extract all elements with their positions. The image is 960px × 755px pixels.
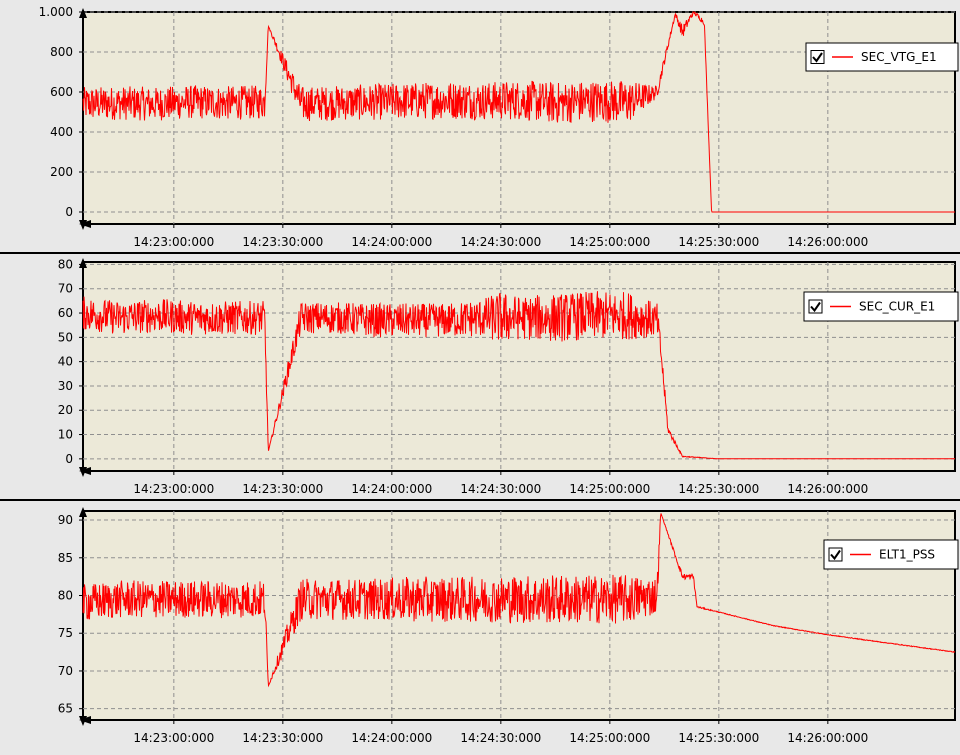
- x-tick-label: 14:25:30:000: [678, 235, 759, 249]
- x-tick-label: 14:25:00:000: [569, 731, 650, 745]
- y-tick-label: 800: [50, 45, 73, 59]
- y-tick-label: 0: [65, 452, 73, 466]
- y-tick-label: 30: [58, 379, 73, 393]
- chart-panel-2: 0 10 20 30 40 50 60 70 80 14:23:00:000 14:23:30:00…: [0, 252, 960, 496]
- y-tick-label: 80: [58, 589, 73, 603]
- legend-label: ELT1_PSS: [879, 548, 935, 562]
- x-tick-label: 14:24:30:000: [460, 731, 541, 745]
- chart-stack: 02004006008001.00014:23:00:000 14:23:30:0…: [0, 5, 960, 745]
- chart-panel-1: 0 200 400 600 800 1.000 14:23:00:000 14:23:30:0…: [39, 5, 959, 249]
- legend: SEC_VTG_E1: [805, 42, 959, 72]
- legend: SEC_CUR_E1: [803, 291, 959, 322]
- x-tick-label: 14:25:30:000: [678, 482, 759, 496]
- chart-panel-3: 65 70 75 80 85 90 14:23:00:000 14:23:30:000 14:2…: [0, 499, 960, 745]
- y-tick-label: 40: [58, 355, 73, 369]
- y-tick-label: 400: [50, 125, 73, 139]
- x-tick-label: 14:25:00:000: [569, 235, 650, 249]
- x-tick-label: 14:26:00:000: [787, 731, 868, 745]
- y-tick-label: 65: [58, 702, 73, 716]
- checkbox-frame: [808, 299, 823, 314]
- checkbox-frame: [828, 547, 843, 562]
- x-tick-label: 14:26:00:000: [787, 235, 868, 249]
- y-tick-label: 10: [58, 428, 73, 442]
- legend-checkbox-icon[interactable]: [810, 50, 825, 64]
- y-tick-label: 20: [58, 403, 73, 417]
- x-tick-label: 14:24:00:000: [351, 482, 432, 496]
- x-tick-label: 14:23:00:000: [133, 235, 214, 249]
- x-tick-label: 14:23:30:000: [242, 235, 323, 249]
- x-tick-label: 14:24:00:000: [351, 235, 432, 249]
- y-tick-label: 1.000: [39, 5, 73, 19]
- x-tick-label: 14:24:00:000: [351, 731, 432, 745]
- y-tick-label: 75: [58, 626, 73, 640]
- y-tick-label: 70: [58, 664, 73, 678]
- x-tick-label: 14:23:30:000: [242, 731, 323, 745]
- legend: ELT1_PSS: [823, 539, 959, 570]
- legend-checkbox-icon[interactable]: [808, 299, 823, 314]
- legend-label: SEC_CUR_E1: [859, 300, 935, 314]
- x-tick-label: 14:23:30:000: [242, 482, 323, 496]
- x-tick-label: 14:25:00:000: [569, 482, 650, 496]
- x-tick-label: 14:23:00:000: [133, 731, 214, 745]
- y-tick-label: 200: [50, 165, 73, 179]
- y-tick-label: 70: [58, 282, 73, 296]
- y-tick-label: 0: [65, 205, 73, 219]
- y-tick-label: 600: [50, 85, 73, 99]
- y-tick-label: 80: [58, 257, 73, 271]
- x-tick-label: 14:24:30:000: [460, 482, 541, 496]
- checkbox-frame: [810, 50, 825, 64]
- legend-checkbox-icon[interactable]: [828, 547, 843, 562]
- y-tick-label: 85: [58, 551, 73, 565]
- y-tick-label: 60: [58, 306, 73, 320]
- y-tick-label: 50: [58, 330, 73, 344]
- legend-label: SEC_VTG_E1: [861, 50, 937, 64]
- x-tick-label: 14:24:30:000: [460, 235, 541, 249]
- x-tick-label: 14:26:00:000: [787, 482, 868, 496]
- x-tick-label: 14:23:00:000: [133, 482, 214, 496]
- x-tick-label: 14:25:30:000: [678, 731, 759, 745]
- y-tick-label: 90: [58, 513, 73, 527]
